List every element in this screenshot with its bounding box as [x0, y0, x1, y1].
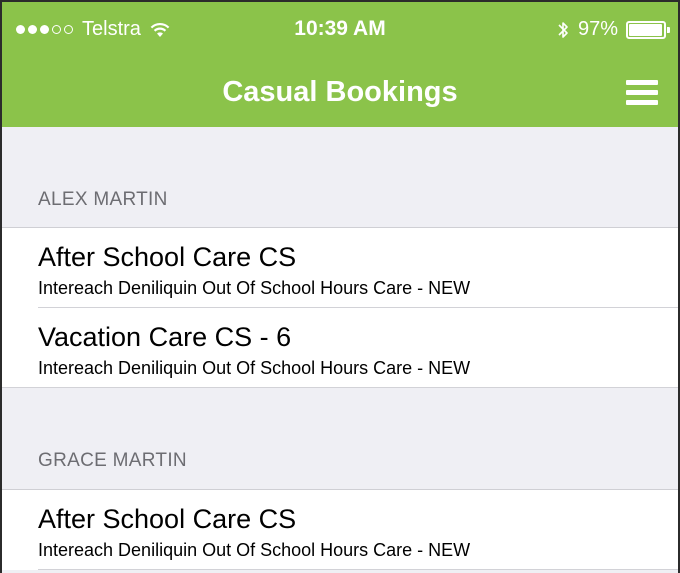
battery-icon	[626, 20, 670, 39]
booking-subtitle: Intereach Deniliquin Out Of School Hours…	[38, 358, 471, 378]
section-header-label: ALEX MARTIN	[38, 189, 168, 210]
booking-subtitle: Intereach Deniliquin Out Of School Hours…	[38, 278, 471, 298]
hamburger-menu-icon[interactable]	[626, 80, 658, 106]
booking-row[interactable]: Vacation Care CS - 6 Intereach Deniliqui…	[2, 308, 678, 388]
battery-nub	[667, 26, 670, 33]
status-bar: Telstra 10:39 AM 97%	[2, 2, 678, 62]
nav-bar: Casual Bookings	[2, 62, 678, 127]
menu-line	[626, 80, 658, 85]
page-title: Casual Bookings	[222, 76, 458, 108]
booking-row[interactable]: After School Care CS Intereach Deniliqui…	[2, 228, 678, 308]
section-header: ALEX MARTIN	[2, 127, 678, 228]
section-header: GRACE MARTIN	[2, 388, 678, 490]
status-right: 97%	[556, 18, 670, 41]
bookings-list: ALEX MARTIN After School Care CS Interea…	[2, 127, 678, 573]
row-divider	[38, 569, 678, 570]
booking-title: After School Care CS	[38, 242, 297, 272]
battery-percent: 97%	[577, 18, 618, 40]
booking-title: Vacation Care CS - 6	[38, 322, 292, 352]
battery-fill	[629, 23, 662, 36]
bluetooth-icon	[558, 21, 568, 38]
booking-title: After School Care CS	[38, 504, 297, 534]
booking-row[interactable]: After School Care CS Intereach Deniliqui…	[2, 490, 678, 570]
app-screen: Telstra 10:39 AM 97% Casual Bookings ALE…	[0, 0, 680, 573]
booking-subtitle: Intereach Deniliquin Out Of School Hours…	[38, 540, 471, 560]
menu-line	[626, 100, 658, 105]
section-header-label: GRACE MARTIN	[38, 450, 187, 471]
menu-line	[626, 90, 658, 95]
